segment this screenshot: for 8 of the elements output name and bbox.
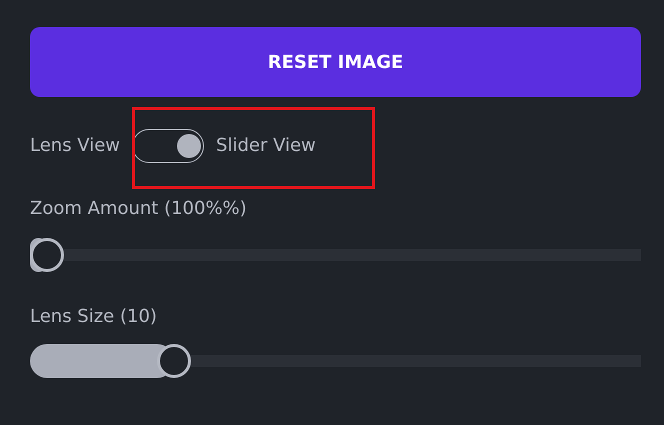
toggle-label: Lens View <box>30 134 120 158</box>
slider-label: Zoom Amount (100%%) <box>30 197 248 221</box>
toggle-label: Slider View <box>216 134 316 158</box>
slider-thumb[interactable] <box>156 344 191 378</box>
view-toggle[interactable] <box>132 129 204 163</box>
reset-image-button[interactable]: RESET IMAGE <box>30 27 641 97</box>
slider-label: Lens Size (10) <box>30 305 158 329</box>
slider-thumb[interactable] <box>30 238 64 272</box>
